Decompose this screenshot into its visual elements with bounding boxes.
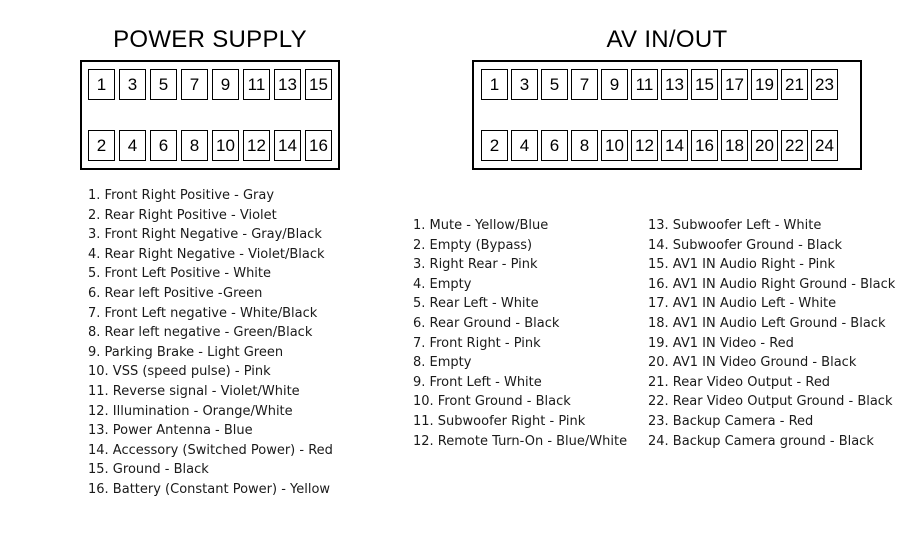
av-in-out-pin-6: 6 — [541, 130, 568, 161]
av-in-out-pin-17: 17 — [721, 69, 748, 100]
pin-description-entry: 16. AV1 IN Audio Right Ground - Black — [648, 276, 896, 292]
power-supply-pin-row-bottom: 2 4 6 8 10 12 14 16 — [88, 130, 332, 161]
power-supply-pin-16: 16 — [305, 130, 332, 161]
pin-description-entry: 6. Rear left Positive -Green — [88, 285, 263, 301]
pin-description-entry: 5. Rear Left - White — [413, 296, 539, 312]
av-in-out-pin-23: 23 — [811, 69, 838, 100]
pin-description-entry: 21. Rear Video Output - Red — [648, 374, 831, 390]
av-in-out-pin-4: 4 — [511, 130, 538, 161]
pin-description-entry: 14. Subwoofer Ground - Black — [648, 237, 843, 253]
pin-description-entry: 3. Right Rear - Pink — [413, 257, 538, 273]
pin-description-entry: 1. Front Right Positive - Gray — [88, 188, 275, 203]
av-in-out-pin-18: 18 — [721, 130, 748, 161]
pin-description-entry: 13. Power Antenna - Blue — [88, 423, 253, 439]
pin-description-entry: 8. Rear left negative - Green/Black — [88, 325, 313, 341]
pin-description-entry: 11. Reverse signal - Violet/White — [88, 383, 300, 399]
av-in-out-pin-24: 24 — [811, 130, 838, 161]
power-supply-pin-9: 9 — [212, 69, 239, 100]
pin-description-entry: 11. Subwoofer Right - Pink — [413, 413, 586, 429]
av-in-out-pin-5: 5 — [541, 69, 568, 100]
pin-description-entry: 5. Front Left Positive - White — [88, 266, 272, 282]
pin-description-entry: 16. Battery (Constant Power) - Yellow — [88, 481, 331, 497]
power-supply-pin-4: 4 — [119, 130, 146, 161]
av-in-out-pin-list-column-2: 13. Subwoofer Left - White 14. Subwoofer … — [648, 216, 895, 451]
av-in-out-pin-22: 22 — [781, 130, 808, 161]
power-supply-pin-3: 3 — [119, 69, 146, 100]
power-supply-connector: 1 3 5 7 9 11 13 15 2 4 6 8 10 12 14 16 — [80, 60, 340, 170]
pin-description-entry: 2. Empty (Bypass) — [413, 237, 533, 253]
power-supply-diagram: POWER SUPPLY 1 3 5 7 9 11 13 15 2 4 6 8 10 12 14 16 — [80, 26, 340, 170]
pin-description-entry: 2. Rear Right Positive - Violet — [88, 207, 277, 223]
power-supply-pin-6: 6 — [150, 130, 177, 161]
power-supply-pin-11: 11 — [243, 69, 270, 100]
av-in-out-connector: 1 3 5 7 9 11 13 15 17 19 21 23 2 4 6 8 10 12 14 16 18 20 22 24 — [472, 60, 862, 170]
pin-description-entry: 1. Mute - Yellow/Blue — [413, 218, 549, 233]
power-supply-pin-5: 5 — [150, 69, 177, 100]
av-in-out-pin-7: 7 — [571, 69, 598, 100]
pin-description-entry: 4. Rear Right Negative - Violet/Black — [88, 246, 325, 262]
power-supply-pin-2: 2 — [88, 130, 115, 161]
av-in-out-pin-12: 12 — [631, 130, 658, 161]
pin-description-entry: 19. AV1 IN Video - Red — [648, 335, 794, 351]
pin-description-entry: 12. Remote Turn-On - Blue/White — [413, 433, 628, 449]
pin-description-entry: 8. Empty — [413, 355, 472, 371]
pin-description-entry: 9. Parking Brake - Light Green — [88, 344, 284, 360]
av-in-out-pin-16: 16 — [691, 130, 718, 161]
av-in-out-pin-3: 3 — [511, 69, 538, 100]
power-supply-pin-13: 13 — [274, 69, 301, 100]
pin-description-entry: 3. Front Right Negative - Gray/Black — [88, 227, 322, 243]
av-in-out-pin-13: 13 — [661, 69, 688, 100]
pin-description-entry: 18. AV1 IN Audio Left Ground - Black — [648, 315, 886, 331]
pin-description-entry: 6. Rear Ground - Black — [413, 315, 560, 331]
power-supply-pin-14: 14 — [274, 130, 301, 161]
pin-description-entry: 12. Illumination - Orange/White — [88, 403, 293, 419]
pin-description-entry: 4. Empty — [413, 276, 472, 292]
power-supply-title: POWER SUPPLY — [113, 26, 307, 53]
power-supply-pin-12: 12 — [243, 130, 270, 161]
pin-description-entry: 17. AV1 IN Audio Left - White — [648, 296, 837, 312]
av-in-out-pin-11: 11 — [631, 69, 658, 100]
pin-description-entry: 15. Ground - Black — [88, 462, 209, 478]
power-supply-pin-15: 15 — [305, 69, 332, 100]
av-in-out-title: AV IN/OUT — [606, 26, 728, 53]
pin-description-entry: 7. Front Left negative - White/Black — [88, 305, 318, 321]
power-supply-pin-10: 10 — [212, 130, 239, 161]
av-in-out-pin-2: 2 — [481, 130, 508, 161]
pin-description-entry: 10. VSS (speed pulse) - Pink — [88, 364, 271, 380]
pin-description-entry: 23. Backup Camera - Red — [648, 413, 814, 429]
power-supply-pin-list: 1. Front Right Positive - Gray 2. Rear Ri… — [88, 186, 333, 500]
pin-description-entry: 14. Accessory (Switched Power) - Red — [88, 442, 333, 458]
av-in-out-pin-1: 1 — [481, 69, 508, 100]
av-in-out-pin-row-bottom: 2 4 6 8 10 12 14 16 18 20 22 24 — [481, 130, 853, 161]
av-in-out-pin-8: 8 — [571, 130, 598, 161]
pin-description-entry: 9. Front Left - White — [413, 374, 542, 390]
pin-description-entry: 22. Rear Video Output Ground - Black — [648, 394, 893, 410]
av-in-out-pin-9: 9 — [601, 69, 628, 100]
power-supply-pin-8: 8 — [181, 130, 208, 161]
av-in-out-pin-15: 15 — [691, 69, 718, 100]
pin-description-entry: 24. Backup Camera ground - Black — [648, 433, 874, 449]
pin-description-entry: 20. AV1 IN Video Ground - Black — [648, 355, 857, 371]
av-in-out-pin-14: 14 — [661, 130, 688, 161]
av-in-out-pin-10: 10 — [601, 130, 628, 161]
av-in-out-pin-20: 20 — [751, 130, 778, 161]
pin-description-entry: 13. Subwoofer Left - White — [648, 218, 822, 233]
av-in-out-pin-19: 19 — [751, 69, 778, 100]
av-in-out-diagram: AV IN/OUT 1 3 5 7 9 11 13 15 17 19 21 23 2 4 6 8 10 12 14… — [472, 26, 862, 170]
av-in-out-pin-21: 21 — [781, 69, 808, 100]
av-in-out-pin-row-top: 1 3 5 7 9 11 13 15 17 19 21 23 — [481, 69, 853, 100]
pin-description-entry: 7. Front Right - Pink — [413, 335, 541, 351]
power-supply-pin-row-top: 1 3 5 7 9 11 13 15 — [88, 69, 332, 100]
power-supply-pin-7: 7 — [181, 69, 208, 100]
power-supply-pin-1: 1 — [88, 69, 115, 100]
pin-description-entry: 10. Front Ground - Black — [413, 394, 571, 410]
av-in-out-pin-list-column-1: 1. Mute - Yellow/Blue 2. Empty (Bypass) 3.… — [413, 216, 627, 451]
pin-description-entry: 15. AV1 IN Audio Right - Pink — [648, 257, 836, 273]
